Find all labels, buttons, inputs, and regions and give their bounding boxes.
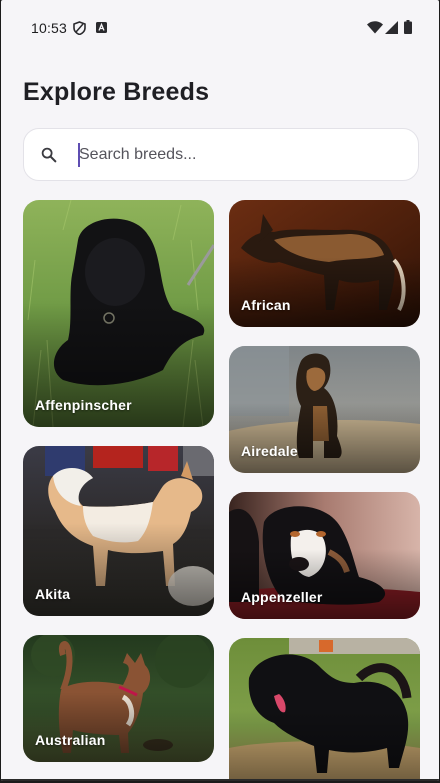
breed-name: Australian	[35, 732, 106, 748]
cellular-signal-icon	[385, 21, 398, 34]
search-input[interactable]	[79, 139, 399, 171]
card-shade	[23, 692, 214, 762]
status-time: 10:53	[31, 20, 68, 36]
breed-card-african[interactable]: African	[229, 200, 420, 327]
card-shade	[229, 549, 420, 619]
battery-icon	[404, 20, 412, 34]
breed-name: Airedale	[241, 443, 298, 459]
breed-name: African	[241, 297, 291, 313]
breed-card-affenpinscher[interactable]: Affenpinscher	[23, 200, 214, 427]
notification-a-icon	[96, 22, 107, 33]
breed-card-australian[interactable]: Australian	[23, 635, 214, 762]
wifi-icon	[367, 21, 383, 34]
shield-icon	[73, 21, 86, 35]
breed-card-akita[interactable]: Akita	[23, 446, 214, 616]
page-title: Explore Breeds	[23, 78, 210, 106]
breed-card-appenzeller[interactable]: Appenzeller	[229, 492, 420, 619]
breed-name: Appenzeller	[241, 589, 323, 605]
card-shade	[229, 257, 420, 327]
search-icon	[41, 147, 57, 163]
breed-name: Akita	[35, 586, 71, 602]
search-bar[interactable]	[23, 128, 419, 181]
navigation-bar	[1, 779, 439, 781]
app-screen: 10:53 Explore Breeds Search breeds... Af…	[1, 0, 439, 781]
breed-card-airedale[interactable]: Airedale	[229, 346, 420, 473]
status-bar: 10:53	[1, 0, 439, 56]
card-shade	[229, 710, 420, 781]
card-shade	[229, 403, 420, 473]
breed-card-7[interactable]	[229, 638, 420, 781]
breed-name: Affenpinscher	[35, 397, 132, 413]
